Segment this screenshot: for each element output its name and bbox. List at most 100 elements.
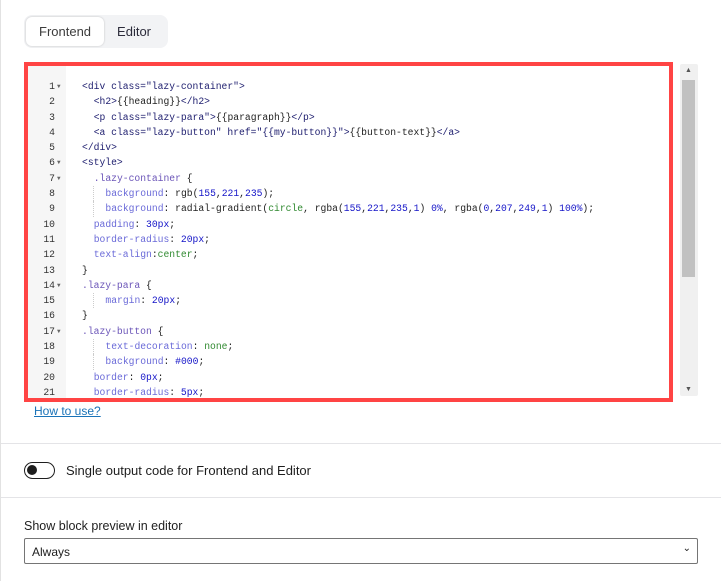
fold-arrow-icon[interactable]: ▼	[57, 171, 61, 186]
code-text: border-radius: 20px;	[82, 232, 210, 247]
code-token: border-radius	[93, 386, 170, 398]
code-line: 21 border-radius: 5px;	[28, 385, 669, 398]
code-token: class=	[111, 81, 146, 92]
code-line: 18 text-decoration: none;	[28, 339, 669, 355]
code-line: 5 </div>	[28, 140, 669, 155]
code-token: 0px	[140, 371, 158, 383]
code-token: </a>	[436, 126, 460, 138]
code-text: .lazy-container {	[82, 171, 193, 186]
code-token: padding	[93, 218, 135, 230]
code-text: border: 0px;	[82, 370, 164, 385]
code-token: "lazy-para"	[146, 111, 210, 123]
code-token: :	[134, 218, 147, 230]
line-number: 1	[49, 81, 55, 92]
line-number: 17	[43, 325, 55, 337]
code-token: </h2>	[180, 96, 210, 108]
code-text: .lazy-button {	[82, 324, 163, 339]
code-token: {	[145, 279, 152, 291]
code-token: 249	[518, 203, 536, 215]
code-token: {{button-text}}	[349, 126, 437, 138]
code-token: 20px	[151, 295, 176, 307]
code-content[interactable]: 1 ▼ <div class="lazy-container"> 2 <h2>{{hea…	[28, 79, 669, 398]
code-token: border	[93, 371, 129, 383]
code-editor[interactable]: 1 ▼ <div class="lazy-container"> 2 <h2>{{hea…	[24, 62, 673, 402]
code-token: 221	[367, 203, 385, 215]
how-to-use-link[interactable]: How to use?	[34, 404, 101, 418]
toggle-knob	[27, 465, 37, 475]
code-token: <style>	[82, 157, 123, 169]
code-line: 17 ▼ .lazy-button {	[28, 324, 669, 339]
code-line: 11 border-radius: 20px;	[28, 232, 669, 247]
code-token: ,	[303, 203, 315, 215]
editor-scrollbar[interactable]: ▲ ▼	[680, 64, 698, 396]
code-text: }	[82, 308, 88, 323]
code-line: 1 ▼ <div class="lazy-container">	[28, 79, 669, 94]
code-text: <p class="lazy-para">{{paragraph}}</p>	[82, 110, 315, 125]
tab-frontend[interactable]: Frontend	[26, 17, 105, 46]
code-token: }	[82, 264, 88, 276]
code-token: .lazy-button	[82, 325, 158, 337]
code-text: }	[82, 263, 88, 278]
single-output-toggle[interactable]	[24, 462, 55, 479]
code-token: ;	[175, 295, 182, 307]
code-token: ;	[198, 386, 205, 398]
line-number: 16	[43, 310, 55, 322]
preview-select[interactable]: Always ⌄	[24, 538, 698, 564]
code-token: <a	[93, 126, 112, 138]
chevron-down-icon: ⌄	[682, 543, 691, 554]
fold-arrow-icon[interactable]: ▼	[57, 155, 61, 170]
line-number: 4	[49, 126, 55, 138]
code-line: 16}	[28, 308, 669, 323]
code-token: 155	[343, 203, 362, 215]
code-token: 235	[245, 188, 263, 200]
code-text: </div>	[82, 140, 117, 155]
code-token: rgb(	[175, 188, 199, 200]
panel-left-border	[0, 0, 1, 581]
fold-arrow-icon[interactable]: ▼	[57, 79, 61, 94]
code-line: 15 margin: 20px;	[28, 293, 669, 309]
code-token: {{heading}}	[116, 96, 181, 108]
code-token: text-align	[93, 249, 152, 261]
code-text: <style>	[82, 155, 123, 170]
code-line: 9 background: radial-gradient(circle, rgb…	[28, 201, 669, 217]
code-token: background	[105, 188, 164, 200]
line-number: 3	[49, 111, 55, 123]
line-number: 14	[43, 279, 55, 291]
line-number: 15	[43, 295, 55, 307]
code-token: margin	[105, 295, 141, 307]
scrollbar-thumb[interactable]	[682, 80, 695, 277]
code-token: </p>	[291, 111, 315, 123]
code-line: 7 ▼ .lazy-container {	[28, 171, 669, 186]
tab-editor[interactable]: Editor	[104, 17, 164, 46]
code-line: 10 padding: 30px;	[28, 217, 669, 232]
code-token: {	[157, 325, 164, 337]
line-number: 11	[43, 233, 55, 245]
code-line: 13}	[28, 263, 669, 278]
code-token: </div>	[82, 142, 117, 154]
scroll-up-icon[interactable]: ▲	[685, 67, 692, 74]
code-token: ;	[192, 249, 199, 261]
code-token: 221	[221, 188, 240, 200]
code-token: );	[262, 188, 275, 200]
code-token: ;	[157, 371, 164, 383]
code-line: 3 <p class="lazy-para">{{paragraph}}</p>	[28, 110, 669, 125]
code-token: :	[140, 295, 152, 307]
scroll-down-icon[interactable]: ▼	[685, 386, 692, 393]
code-text: <div class="lazy-container">	[82, 79, 245, 94]
fold-arrow-icon[interactable]: ▼	[57, 324, 61, 339]
code-token: text-decoration	[105, 341, 193, 353]
code-line: 2 <h2>{{heading}}</h2>	[28, 94, 669, 109]
code-line: 19 background: #000;	[28, 354, 669, 370]
code-text: <a class="lazy-button" href="{{my-button…	[82, 125, 460, 140]
code-token: ;	[227, 341, 234, 353]
view-tabs: Frontend Editor	[24, 15, 168, 48]
code-token: circle	[268, 203, 304, 215]
code-text: .lazy-para {	[82, 278, 152, 293]
code-token: class=	[111, 111, 147, 123]
divider	[1, 443, 721, 444]
code-text: background: rgb(155,221,235);	[82, 186, 274, 201]
fold-arrow-icon[interactable]: ▼	[57, 278, 61, 293]
line-number: 8	[49, 188, 55, 200]
single-output-label: Single output code for Frontend and Edit…	[66, 463, 311, 478]
preview-select-value: Always	[32, 545, 71, 559]
